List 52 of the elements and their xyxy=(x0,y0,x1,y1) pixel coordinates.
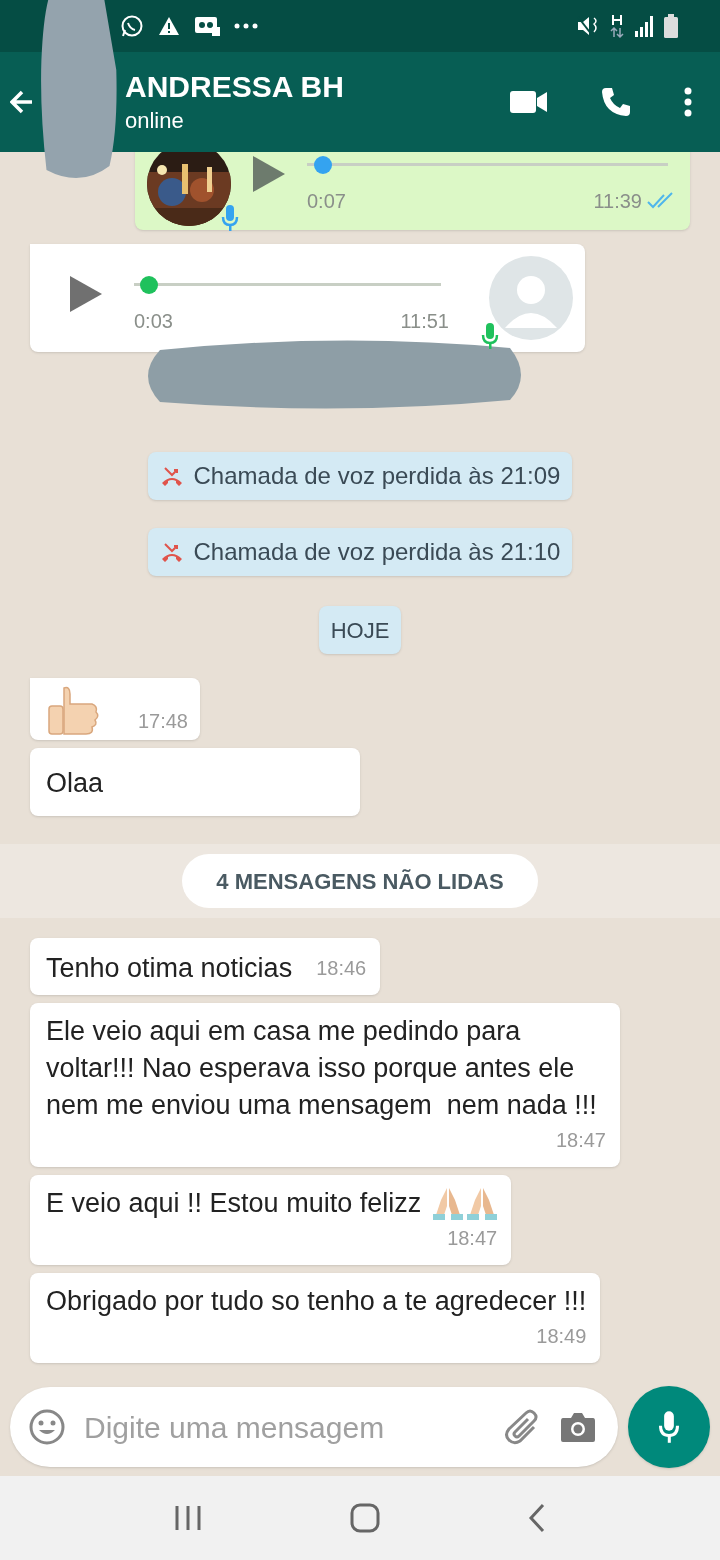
audio-track[interactable] xyxy=(134,276,441,294)
message-text: Obrigado por tudo so tenho a te agredecer !!! xyxy=(46,1285,587,1318)
recent-apps-icon[interactable] xyxy=(174,1504,202,1532)
message-time: 18:47 xyxy=(447,1227,498,1249)
unread-count: 4 MENSAGENS NÃO LIDAS xyxy=(182,854,538,908)
notice-text: Chamada de voz perdida às 21:10 xyxy=(193,537,561,567)
voicemail-icon xyxy=(194,16,220,36)
message-time: 11:51 xyxy=(400,309,449,334)
play-button[interactable] xyxy=(251,154,287,194)
message-text: Ele veio aqui em casa me pedindo para voltar!!! Nao esperava isso porque antes ele nem me enviou uma mensagem nem nada !!! xyxy=(46,1015,598,1122)
video-call-icon[interactable] xyxy=(510,90,548,114)
more-notifications-icon xyxy=(234,23,258,29)
camera-icon[interactable] xyxy=(560,1411,596,1443)
back-icon[interactable] xyxy=(528,1503,546,1533)
praying-hands-icon xyxy=(467,1186,498,1220)
more-options-icon[interactable] xyxy=(684,87,692,117)
message-text: Tenho otima noticias xyxy=(46,952,293,985)
audio-duration: 0:03 xyxy=(134,309,173,334)
message-time: 18:49 xyxy=(536,1325,587,1347)
network-type-icon xyxy=(610,13,624,39)
home-icon[interactable] xyxy=(350,1503,380,1533)
thumbs-up-icon xyxy=(46,684,100,736)
microphone-icon xyxy=(481,322,499,350)
message-text: Olaa xyxy=(46,766,104,800)
audio-thumb[interactable] xyxy=(139,276,158,294)
contact-status: online xyxy=(125,107,185,135)
chat-bubble-icon xyxy=(120,14,144,38)
notice-text: Chamada de voz perdida às 21:09 xyxy=(193,461,561,491)
audio-track[interactable] xyxy=(307,156,668,174)
emoji-icon[interactable] xyxy=(28,1408,66,1446)
contact-name[interactable]: ANDRESSA BH xyxy=(125,68,344,106)
microphone-icon xyxy=(658,1410,680,1444)
praying-hands-icon xyxy=(433,1186,464,1220)
avatar-icon xyxy=(489,256,573,340)
message-time: 18:47 xyxy=(555,1129,606,1151)
phone-icon[interactable] xyxy=(600,86,632,118)
back-arrow-icon[interactable] xyxy=(10,89,34,115)
message-time: 11:39 xyxy=(593,189,642,214)
date-label: HOJE xyxy=(318,606,402,654)
message-text: E veio aqui !! Estou muito felizz xyxy=(46,1187,422,1220)
message-field[interactable]: Digite uma mensagem xyxy=(84,1404,486,1450)
play-button[interactable] xyxy=(68,274,104,314)
microphone-icon xyxy=(221,204,239,232)
message-input[interactable]: Digite uma mensagem xyxy=(10,1387,618,1467)
audio-duration: 0:07 xyxy=(307,189,346,214)
audio-thumb[interactable] xyxy=(313,156,332,174)
mute-icon xyxy=(576,15,600,37)
message-time: 18:46 xyxy=(316,957,367,979)
message-time: 17:48 xyxy=(137,709,188,734)
battery-icon xyxy=(664,14,678,38)
signal-icon xyxy=(634,15,654,37)
warning-icon xyxy=(158,16,180,36)
